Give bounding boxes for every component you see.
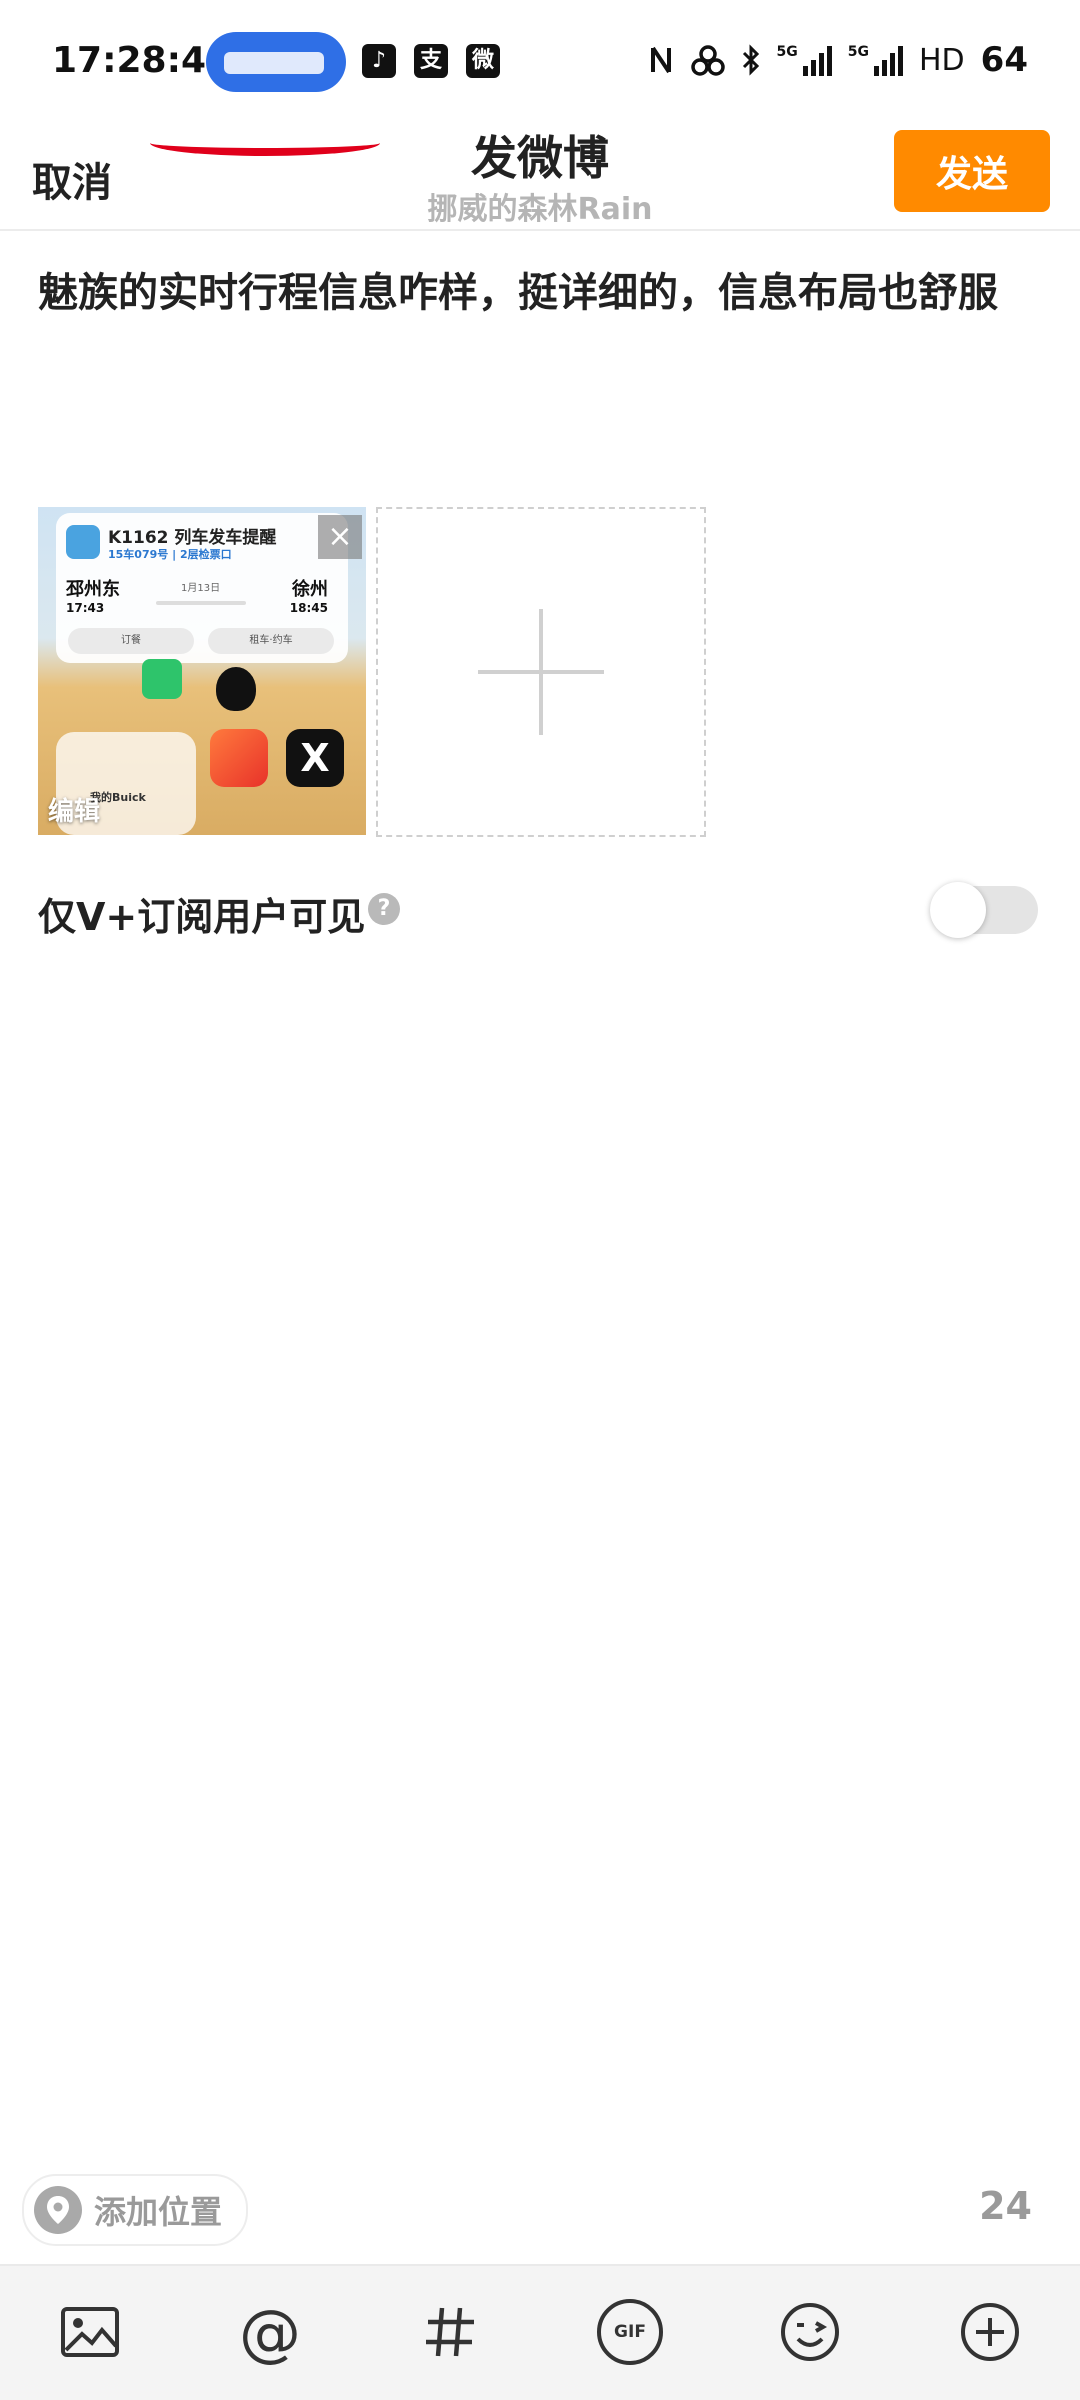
more-plus-icon[interactable] <box>954 2296 1026 2368</box>
send-button[interactable]: 发送 <box>894 130 1050 212</box>
signal-1-icon: 5G <box>777 44 832 76</box>
bluetooth-icon <box>742 44 759 76</box>
emoji-icon[interactable] <box>774 2296 846 2368</box>
add-location-button[interactable]: 添加位置 <box>22 2174 249 2246</box>
car-rental-pill: 租车·约车 <box>208 628 334 654</box>
gallery-app-icon <box>210 729 268 787</box>
image-icon[interactable] <box>54 2296 126 2368</box>
to-time: 18:45 <box>289 601 328 615</box>
train-app-icon <box>66 525 100 559</box>
penguin-app-icon <box>216 667 256 711</box>
attached-image-thumbnail[interactable]: K1162 列车发车提醒 15车079号 | 2层检票口 邳州东 17:43 1… <box>38 507 366 835</box>
toggle-knob <box>930 882 986 938</box>
from-time: 17:43 <box>66 601 105 615</box>
trip-card-preview: K1162 列车发车提醒 15车079号 | 2层检票口 邳州东 17:43 1… <box>56 513 348 663</box>
help-icon[interactable]: ? <box>368 893 400 925</box>
status-bar: 17:28:41 ♪ 支 微 5G 5G HD 64 <box>0 0 1080 120</box>
train-subtitle: 15车079号 | 2层检票口 <box>108 548 232 561</box>
train-title: K1162 列车发车提醒 <box>108 528 277 548</box>
mention-icon[interactable]: @ <box>234 2296 306 2369</box>
location-pin-icon <box>34 2186 82 2234</box>
hotspot-icon <box>690 45 725 76</box>
post-text-input[interactable]: 魅族的实时行程信息咋样，挺详细的，信息布局也舒服 <box>38 265 1048 321</box>
plus-icon-vertical <box>539 609 543 735</box>
status-indicators: 5G 5G HD 64 <box>647 40 1028 80</box>
tiktok-icon: ♪ <box>362 44 396 78</box>
alipay-icon: 支 <box>414 44 448 78</box>
remove-image-button[interactable]: × <box>318 515 362 559</box>
nfc-icon <box>650 46 671 74</box>
green-app-icon <box>142 659 182 699</box>
status-time: 17:28:41 <box>52 40 232 81</box>
order-meal-pill: 订餐 <box>68 628 194 654</box>
trip-date: 1月13日 <box>181 583 221 594</box>
redacted-status-pill <box>206 32 346 92</box>
compose-screen: 17:28:41 ♪ 支 微 5G 5G HD 64 取消 发微博 挪威的森林R… <box>0 0 1080 2400</box>
add-location-label: 添加位置 <box>94 2193 223 2231</box>
weibo-icon: 微 <box>466 44 500 78</box>
add-image-button[interactable] <box>376 507 706 837</box>
gif-label: GIF <box>597 2299 663 2365</box>
header-divider <box>0 229 1080 231</box>
edit-image-button[interactable]: 编辑 <box>48 791 100 828</box>
gif-icon[interactable]: GIF <box>594 2296 666 2368</box>
compose-toolbar: @ GIF <box>0 2264 1080 2400</box>
from-station: 邳州东 <box>66 579 120 600</box>
char-counter: 24 <box>979 2184 1032 2228</box>
to-station: 徐州 <box>292 579 328 600</box>
vip-visibility-label: 仅V+订阅用户可见 <box>38 895 366 939</box>
vip-visibility-toggle[interactable] <box>930 882 1038 938</box>
battery-level: 64 <box>980 40 1028 80</box>
route-line <box>156 601 246 605</box>
hashtag-icon[interactable] <box>414 2296 486 2368</box>
x-app-icon: X <box>286 729 344 787</box>
hd-label: HD <box>919 42 965 78</box>
signal-2-icon: 5G <box>848 44 903 76</box>
